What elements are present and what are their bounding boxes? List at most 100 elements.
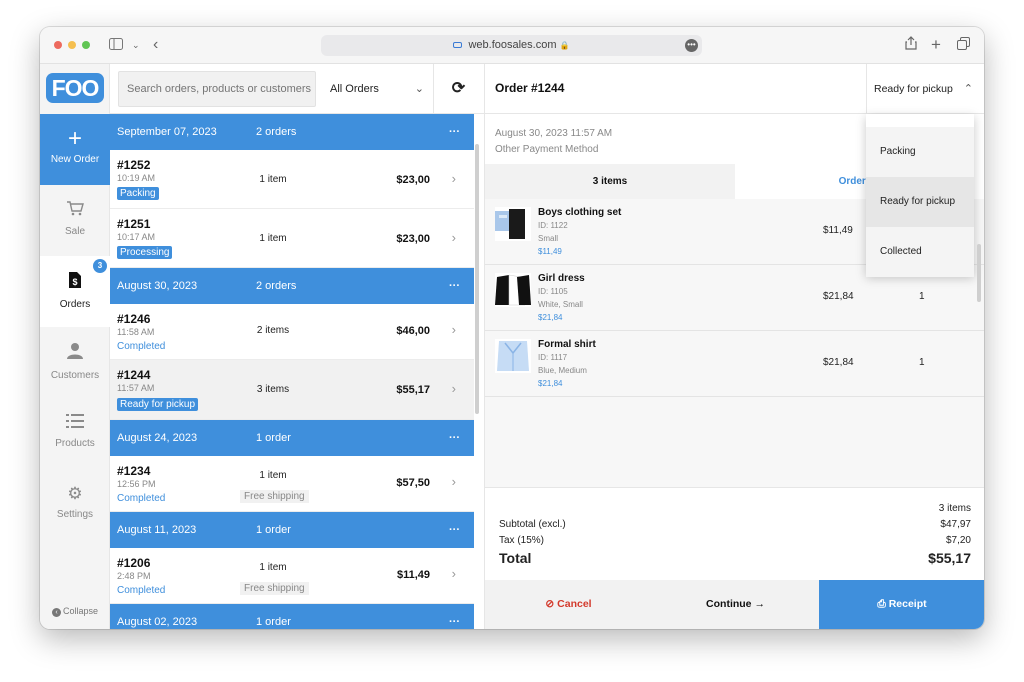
product-thumbnail (495, 273, 531, 307)
close-window-button[interactable] (54, 41, 62, 49)
site-icon (453, 42, 463, 49)
more-icon[interactable]: ··· (449, 268, 460, 304)
order-items: 2 items (256, 325, 290, 336)
tabs-icon[interactable] (957, 35, 970, 55)
order-row[interactable]: #1251 10:17 AM Processing 1 item $23,00 … (110, 209, 474, 268)
cancel-button[interactable]: ⊘ Cancel (485, 580, 652, 629)
order-number: #1244 (117, 368, 151, 382)
order-list-scrollbar[interactable] (475, 144, 479, 414)
product-line: Formal shirt ID: 1117 Blue, Medium $21,8… (485, 331, 984, 397)
nav-new-order[interactable]: + New Order (40, 114, 110, 185)
zoom-window-button[interactable] (82, 41, 90, 49)
status-dropdown: Packing Ready for pickup Collected (866, 114, 974, 277)
chevron-right-icon: › (451, 381, 456, 396)
group-date: August 30, 2023 (117, 280, 198, 292)
status-option-collected[interactable]: Collected (866, 227, 974, 277)
order-time: 11:58 AM (117, 327, 155, 337)
receipt-label: Receipt (888, 598, 927, 610)
tab-items[interactable]: 3 items (485, 164, 735, 199)
status-badge: Ready for pickup (117, 398, 199, 411)
refresh-icon[interactable]: ⟳ (433, 64, 483, 114)
foosales-app: FOO + New Order Sale 3 $ Orders Customer… (40, 64, 984, 629)
back-icon[interactable]: ‹ (153, 35, 158, 55)
product-list-empty (485, 397, 984, 487)
printer-icon: ⎙ (877, 598, 886, 610)
continue-label: Continue → (706, 598, 765, 610)
orders-badge: 3 (93, 259, 107, 273)
order-group-header[interactable]: September 07, 2023 2 orders ··· (110, 114, 474, 150)
chevron-right-icon: › (451, 171, 456, 186)
order-amount: $57,50 (396, 477, 430, 489)
chevron-right-icon: › (451, 474, 456, 489)
search-input[interactable] (118, 71, 316, 107)
browser-titlebar: ⌄ ‹ web.foosales.com 🔒 ••• + (40, 27, 984, 64)
order-amount: $23,00 (396, 174, 430, 186)
svg-text:$: $ (72, 277, 77, 287)
total-row: Total $55,17 (499, 550, 971, 566)
order-amount: $11,49 (396, 569, 430, 581)
lock-icon: 🔒 (559, 41, 570, 50)
chevron-down-icon[interactable]: ⌄ (132, 35, 140, 55)
more-icon[interactable]: ··· (449, 512, 460, 548)
order-amount: $55,17 (396, 384, 430, 396)
order-row[interactable]: #1206 2:48 PM Completed 1 item Free ship… (110, 548, 474, 604)
payment-method: Other Payment Method (495, 144, 599, 155)
sidebar-icon[interactable] (109, 35, 123, 55)
order-toolbar: All Orders ⌄ ⟳ (110, 64, 484, 114)
group-date: August 24, 2023 (117, 432, 198, 444)
more-icon[interactable]: ··· (449, 114, 460, 150)
cancel-icon: ⊘ (545, 598, 555, 610)
order-group-header[interactable]: August 24, 2023 1 order ··· (110, 420, 474, 456)
order-status-select[interactable]: Ready for pickup ⌃ (866, 64, 984, 114)
nav-customers[interactable]: Customers (40, 327, 110, 398)
continue-button[interactable]: Continue → (652, 580, 819, 629)
plus-icon: + (67, 125, 82, 152)
order-number: #1246 (117, 312, 151, 326)
status-option-ready[interactable]: Ready for pickup (866, 177, 974, 227)
nav-label: New Order (50, 154, 100, 165)
order-items: 3 items (256, 384, 290, 395)
order-row[interactable]: #1246 11:58 AM Completed 2 items $46,00 … (110, 304, 474, 360)
more-icon[interactable]: ··· (449, 420, 460, 456)
user-icon (40, 342, 110, 365)
plus-icon[interactable]: + (931, 35, 941, 55)
order-items: 1 item (259, 174, 287, 185)
share-icon[interactable] (905, 35, 917, 55)
product-name: Formal shirt (538, 339, 596, 350)
status-badge: Packing (117, 187, 159, 200)
order-items: 1 item (259, 470, 287, 481)
order-actions: ⊘ Cancel Continue → ⎙ Receipt (485, 580, 984, 629)
order-group-header[interactable]: August 11, 2023 1 order ··· (110, 512, 474, 548)
minimize-window-button[interactable] (68, 41, 76, 49)
list-icon (40, 413, 110, 433)
status-badge: Processing (117, 246, 173, 259)
receipt-button[interactable]: ⎙ Receipt (819, 580, 984, 629)
tax-row: Tax (15%) $7,20 (499, 535, 971, 546)
more-icon[interactable]: ••• (685, 39, 698, 52)
product-id: ID: 1122 (538, 221, 568, 230)
order-filter-select[interactable]: All Orders ⌄ (322, 71, 432, 107)
main-nav: FOO + New Order Sale 3 $ Orders Customer… (40, 64, 110, 629)
group-date: August 02, 2023 (117, 616, 198, 628)
order-group-header[interactable]: August 02, 2023 1 order ··· (110, 604, 474, 629)
more-icon[interactable]: ··· (449, 604, 460, 629)
status-option-packing[interactable]: Packing (866, 127, 974, 177)
order-row-selected[interactable]: #1244 11:57 AM Ready for pickup 3 items … (110, 360, 474, 420)
order-group-header[interactable]: August 30, 2023 2 orders ··· (110, 268, 474, 304)
order-number: #1234 (117, 464, 151, 478)
nav-settings[interactable]: ⚙ Settings (40, 469, 110, 540)
order-time: 12:56 PM (117, 479, 156, 489)
nav-label: Settings (56, 509, 94, 520)
detail-scrollbar[interactable] (977, 244, 981, 302)
status-text: Completed (117, 493, 166, 504)
order-row[interactable]: #1234 12:56 PM Completed 1 item Free shi… (110, 456, 474, 512)
group-count: 1 order (256, 432, 291, 444)
order-row[interactable]: #1252 10:19 AM Packing 1 item $23,00 › (110, 150, 474, 209)
nav-orders[interactable]: 3 $ Orders (40, 256, 110, 327)
collapse-button[interactable]: ‹ Collapse (40, 606, 110, 617)
nav-label: Products (55, 438, 95, 449)
nav-products[interactable]: Products (40, 398, 110, 469)
address-bar[interactable]: web.foosales.com 🔒 ••• (321, 35, 702, 56)
product-qty: 1 (919, 357, 925, 368)
nav-sale[interactable]: Sale (40, 185, 110, 256)
